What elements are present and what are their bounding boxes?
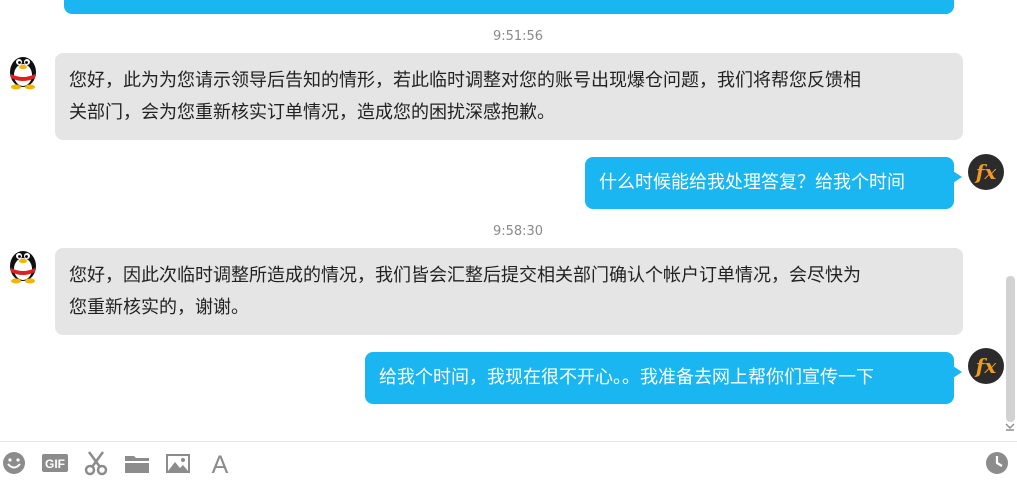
history-clock-icon[interactable]	[984, 450, 1010, 476]
scissors-icon[interactable]	[83, 450, 109, 476]
message-line: 您好，因此次临时调整所造成的情况，我们皆会汇整后提交相关部门确认个帐户订单情况，…	[69, 265, 861, 286]
message-line: 什么时候能给我处理答复？给我个时间	[599, 172, 905, 193]
scrollbar-thumb[interactable]	[1006, 276, 1015, 422]
message-timestamp: 9:58:30	[492, 224, 544, 239]
message-line: 给我个时间，我现在很不开心。。我准备去网上帮你们宣传一下	[379, 367, 874, 388]
input-toolbar: GIF A	[0, 441, 1017, 489]
chat-message-area[interactable]: 9:51:56 您好，此为为您请示领导后告知的情形，若此临时调整对您的账号出现爆…	[0, 0, 1017, 441]
incoming-message-bubble: 您好，此为为您请示领导后告知的情形，若此临时调整对您的账号出现爆仓问题，我们将帮…	[55, 53, 963, 140]
qq-penguin-avatar-icon[interactable]	[5, 50, 41, 90]
outgoing-message-bubble: 给我个时间，我现在很不开心。。我准备去网上帮你们宣传一下	[365, 352, 954, 404]
font-icon[interactable]: A	[208, 450, 234, 479]
fx-logo-avatar-icon[interactable]: fx	[967, 347, 1005, 385]
scroll-down-icon[interactable]	[1004, 421, 1016, 437]
emoji-icon[interactable]	[1, 450, 27, 476]
message-line: 您重新核实的，谢谢。	[69, 297, 249, 318]
bubble-tail	[953, 171, 962, 183]
outgoing-message-bubble: 什么时候能给我处理答复？给我个时间	[585, 157, 954, 209]
message-line: 您好，此为为您请示领导后告知的情形，若此临时调整对您的账号出现爆仓问题，我们将帮…	[69, 70, 861, 91]
gif-icon[interactable]: GIF	[41, 450, 69, 476]
fx-logo-avatar-icon[interactable]: fx	[967, 153, 1005, 191]
message-line: 关部门，会为您重新核实订单情况，造成您的困扰深感抱歉。	[69, 102, 555, 123]
svg-text:A: A	[212, 451, 229, 476]
svg-text:GIF: GIF	[45, 457, 65, 471]
svg-text:fx: fx	[974, 160, 998, 184]
folder-icon[interactable]	[124, 450, 150, 476]
image-icon[interactable]	[165, 450, 191, 476]
bubble-tail	[953, 366, 962, 378]
message-timestamp: 9:51:56	[492, 29, 544, 44]
qq-penguin-avatar-icon[interactable]	[5, 244, 41, 284]
svg-text:fx: fx	[974, 354, 998, 378]
incoming-message-bubble: 您好，因此次临时调整所造成的情况，我们皆会汇整后提交相关部门确认个帐户订单情况，…	[55, 248, 963, 335]
partial-outgoing-message-bubble	[64, 0, 954, 14]
